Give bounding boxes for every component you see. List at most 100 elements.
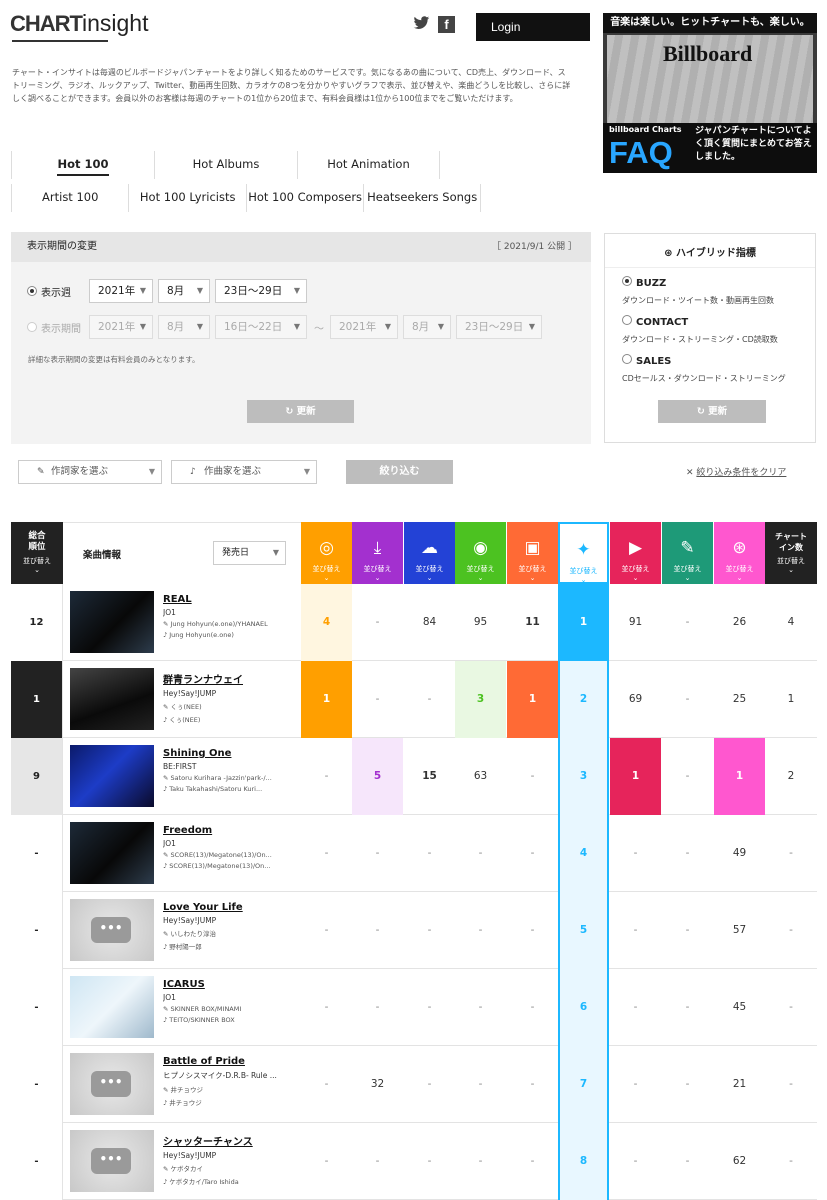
hybrid-option-buzz[interactable]: BUZZ <box>622 276 666 289</box>
radio-column-header[interactable]: ◉ 並び替え ⌄ <box>455 522 506 584</box>
composer-credit-text: くぅ(NEE) <box>169 716 201 724</box>
chart-insight-logo[interactable]: CHARTinsight <box>10 10 170 42</box>
hybrid-column-header[interactable]: ⊛ 並び替え ⌄ <box>714 522 765 584</box>
period-panel: 表示期間の変更 ［ 2021/9/1 公開 ］ 表示週 2021年 ▼ 8月 ▼ 2… <box>11 232 591 444</box>
chart-in-column-header[interactable]: チャート イン数 並び替え ⌄ <box>765 522 817 584</box>
tab-hot-albums[interactable]: Hot Albums <box>154 151 297 179</box>
lyricist-credit-text: いしわたり淳治 <box>170 930 217 938</box>
info-header: 楽曲情報 発売日 ▼ <box>63 522 301 584</box>
year-select[interactable]: 2021年 ▼ <box>89 279 153 303</box>
video-thumbnail[interactable] <box>70 745 154 807</box>
song-title[interactable]: Freedom <box>163 825 303 836</box>
range-radio[interactable] <box>27 322 37 332</box>
to-month-select[interactable]: 8月 ▼ <box>403 315 451 339</box>
period-update-button[interactable]: ↻ 更新 <box>247 400 354 423</box>
publish-date: ［ 2021/9/1 公開 ］ <box>491 242 577 252</box>
tab-hot-100[interactable]: Hot 100 <box>11 151 154 179</box>
song-title[interactable]: Love Your Life <box>163 902 303 913</box>
table-row[interactable]: 12 REAL JO1 ✎ Jung Hohyun(e.one)/YHANAEL ♪ J… <box>11 584 817 661</box>
refresh-icon: ↻ <box>696 406 709 417</box>
pencil-icon: ✎ <box>163 851 171 859</box>
sales-radio[interactable] <box>622 354 632 364</box>
chart-in-cell: - <box>789 1078 793 1090</box>
week-radio[interactable] <box>27 286 37 296</box>
lookup-column-header[interactable]: ▣ 並び替え ⌄ <box>507 522 558 584</box>
song-title[interactable]: Shining One <box>163 748 303 759</box>
table-row[interactable]: 1 群青ランナウェイ Hey!Say!JUMP ✎ くぅ(NEE) ♪ くぅ(NEE) 1… <box>11 661 817 738</box>
hybrid-option-contact[interactable]: CONTACT <box>622 315 688 328</box>
from-year-select[interactable]: 2021年 ▼ <box>89 315 153 339</box>
lyricist-credit: ✎ いしわたり淳治 <box>163 928 303 938</box>
song-title[interactable]: REAL <box>163 594 303 605</box>
twitter-icon[interactable] <box>413 16 430 33</box>
song-title[interactable]: 群青ランナウェイ <box>163 671 303 686</box>
hybrid-update-button[interactable]: ↻ 更新 <box>658 400 766 423</box>
song-title[interactable]: Battle of Pride <box>163 1056 303 1067</box>
month-select[interactable]: 8月 ▼ <box>158 279 210 303</box>
chevron-down-icon: ▼ <box>139 286 146 295</box>
cd-column-header[interactable]: ◎ 並び替え ⌄ <box>301 522 352 584</box>
chevron-down-icon: ▼ <box>196 322 203 331</box>
narrow-button[interactable]: 絞り込む <box>346 460 453 484</box>
tab-artist-100[interactable]: Artist 100 <box>11 184 128 212</box>
from-days-select[interactable]: 16日〜22日 ▼ <box>215 315 307 339</box>
composer-credit-text: SCORE(13)/Megatone(13)/On... <box>169 862 271 870</box>
video-thumbnail[interactable] <box>70 822 154 884</box>
clear-filters-link[interactable]: ✕ 絞り込み条件をクリア <box>686 465 786 478</box>
download-cell: - <box>375 1155 380 1167</box>
tab-hot-100-lyricists[interactable]: Hot 100 Lyricists <box>128 184 245 212</box>
hybrid-option-sales[interactable]: SALES <box>622 354 671 367</box>
cd-cell: - <box>324 770 329 782</box>
faq-banner[interactable]: 音楽は楽しい。ヒットチャートも、楽しい。 Billboard billboard… <box>603 13 817 173</box>
to-year-select[interactable]: 2021年 ▼ <box>330 315 398 339</box>
karaoke-column-header[interactable]: ✎ 並び替え ⌄ <box>662 522 713 584</box>
video-thumbnail[interactable] <box>70 668 154 730</box>
facebook-icon[interactable]: f <box>438 16 455 33</box>
video-thumbnail[interactable] <box>70 976 154 1038</box>
video-column-header[interactable]: ▶ 並び替え ⌄ <box>610 522 661 584</box>
video-cell: 91 <box>628 616 643 628</box>
video-thumbnail[interactable] <box>70 591 154 653</box>
tab-hot-100-composers[interactable]: Hot 100 Composers <box>245 184 363 212</box>
banner-description: ジャパンチャートについてよく頂く質問にまとめてお答えしました。 <box>695 126 812 162</box>
download-column-header[interactable]: ⤓ 並び替え ⌄ <box>352 522 403 584</box>
to-days-select[interactable]: 23日〜29日 ▼ <box>456 315 542 339</box>
lookup-cell: 1 <box>507 661 558 738</box>
table-row[interactable]: - ••• Love Your Life Hey!Say!JUMP ✎ いしわたり淳治 ♪… <box>11 892 817 969</box>
twitter-column-header[interactable]: ✦ 並び替え ⌄ <box>558 522 609 584</box>
period-header: 表示期間の変更 ［ 2021/9/1 公開 ］ <box>11 232 591 262</box>
contact-radio[interactable] <box>622 315 632 325</box>
composer-select[interactable]: ♪ 作曲家を選ぶ ▼ <box>171 460 317 484</box>
lyricist-select[interactable]: ✎ 作詞家を選ぶ ▼ <box>18 460 162 484</box>
rank-header[interactable]: 総合 順位 並び替え ⌄ <box>11 522 63 584</box>
video-thumbnail[interactable]: ••• <box>70 1053 154 1115</box>
buzz-radio[interactable] <box>622 276 632 286</box>
release-date-select[interactable]: 発売日 ▼ <box>213 541 286 565</box>
table-header: 総合 順位 並び替え ⌄ 楽曲情報 発売日 ▼ ◎ 並び替え ⌄ ⤓ 並び替え ⌄ ☁ 並び替え… <box>11 522 817 584</box>
radio-cell: 3 <box>455 661 506 738</box>
select-value: 8月 <box>412 321 430 333</box>
tab-heatseekers-songs[interactable]: Heatseekers Songs <box>363 184 481 212</box>
streaming-column-header[interactable]: ☁ 並び替え ⌄ <box>404 522 455 584</box>
lookup-cell: - <box>530 1078 535 1090</box>
karaoke-cell: - <box>685 1001 690 1013</box>
pencil-icon: ✎ <box>163 620 171 628</box>
rank-header-label: 総合 順位 <box>28 531 46 552</box>
login-button[interactable]: Login <box>476 13 590 41</box>
table-row[interactable]: - ••• Battle of Pride ヒプノシスマイク-D.R.B- Rule … <box>11 1046 817 1123</box>
table-row[interactable]: - Freedom JO1 ✎ SCORE(13)/Megatone(13)/On..… <box>11 815 817 892</box>
from-month-select[interactable]: 8月 ▼ <box>158 315 210 339</box>
hybrid-cell: 25 <box>732 693 747 705</box>
table-row[interactable]: - ••• シャッターチャンス Hey!Say!JUMP ✎ ケボタカイ ♪ ケボタカイ/… <box>11 1123 817 1200</box>
lyricist-credit-text: Satoru Kurihara -Jazzin'park-/... <box>170 774 272 782</box>
video-thumbnail[interactable]: ••• <box>70 899 154 961</box>
table-row[interactable]: 9 Shining One BE:FIRST ✎ Satoru Kurihara -J… <box>11 738 817 815</box>
tab-hot-animation[interactable]: Hot Animation <box>297 151 440 179</box>
karaoke-cell: - <box>685 616 690 628</box>
song-title[interactable]: ICARUS <box>163 979 303 990</box>
chart-in-cell: 2 <box>787 770 795 782</box>
video-thumbnail[interactable]: ••• <box>70 1130 154 1192</box>
table-row[interactable]: - ICARUS JO1 ✎ SKINNER BOX/MINAMI ♪ TEITO/SK… <box>11 969 817 1046</box>
days-select[interactable]: 23日〜29日 ▼ <box>215 279 307 303</box>
song-title[interactable]: シャッターチャンス <box>163 1133 303 1148</box>
